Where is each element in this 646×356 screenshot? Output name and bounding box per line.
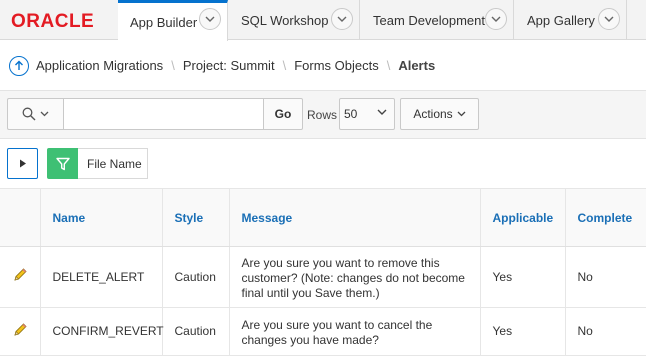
filter-toggle-button[interactable] bbox=[47, 148, 78, 179]
tab-team-development[interactable]: Team Development bbox=[361, 0, 514, 40]
cell-applicable: Yes bbox=[480, 246, 566, 308]
up-arrow-icon[interactable] bbox=[9, 55, 29, 76]
actions-label: Actions bbox=[413, 107, 453, 121]
breadcrumb-forms-objects[interactable]: Forms Objects bbox=[294, 58, 379, 73]
column-header-style[interactable]: Style bbox=[162, 188, 230, 247]
breadcrumb: Application Migrations \ Project: Summit… bbox=[0, 41, 646, 91]
chevron-down-icon[interactable] bbox=[199, 8, 221, 30]
cell-style: Caution bbox=[162, 307, 230, 356]
edit-cell[interactable] bbox=[0, 307, 41, 356]
column-header-name[interactable]: Name bbox=[40, 188, 163, 247]
search-input[interactable] bbox=[63, 98, 264, 130]
pencil-icon[interactable] bbox=[12, 267, 28, 283]
tab-sql-workshop[interactable]: SQL Workshop bbox=[229, 0, 360, 40]
cell-applicable: Yes bbox=[480, 307, 566, 356]
report-toolbar: Go Rows 50 Actions bbox=[0, 91, 646, 139]
alerts-report-table: Name Style Message Applicable Complete D… bbox=[0, 188, 646, 356]
top-header: ORACLE App Builder SQL Workshop Team Dev… bbox=[0, 0, 646, 41]
cell-name: DELETE_ALERT bbox=[40, 246, 163, 308]
rows-value: 50 bbox=[344, 107, 358, 121]
table-row: DELETE_ALERT Caution Are you sure you wa… bbox=[0, 246, 646, 308]
actions-menu-button[interactable]: Actions bbox=[400, 98, 479, 130]
cell-style: Caution bbox=[162, 246, 230, 308]
breadcrumb-separator: \ bbox=[386, 58, 391, 73]
tab-label: App Builder bbox=[130, 14, 198, 30]
column-header-applicable[interactable]: Applicable bbox=[480, 188, 566, 247]
filter-icon bbox=[55, 157, 70, 170]
chevron-down-icon bbox=[40, 111, 49, 117]
chevron-down-icon[interactable] bbox=[331, 8, 353, 30]
breadcrumb-project[interactable]: Project: Summit bbox=[183, 58, 275, 73]
table-row: CONFIRM_REVERT Caution Are you sure you … bbox=[0, 307, 646, 356]
filter-chip-file-name[interactable]: File Name bbox=[78, 148, 148, 179]
chevron-down-icon bbox=[457, 111, 466, 117]
tab-label: Team Development bbox=[373, 12, 485, 28]
cell-name: CONFIRM_REVERT bbox=[40, 307, 164, 356]
breadcrumb-separator: \ bbox=[171, 58, 175, 73]
play-icon bbox=[19, 159, 26, 168]
tab-app-builder[interactable]: App Builder bbox=[118, 0, 228, 41]
rows-select[interactable]: 50 bbox=[339, 98, 395, 130]
cell-complete: No bbox=[565, 307, 646, 356]
chevron-down-icon bbox=[377, 109, 387, 115]
table-header-row: Name Style Message Applicable Complete bbox=[0, 188, 646, 247]
expand-filters-button[interactable] bbox=[7, 148, 38, 179]
chevron-down-icon[interactable] bbox=[598, 8, 620, 30]
tab-app-gallery[interactable]: App Gallery bbox=[515, 0, 627, 40]
breadcrumb-application-migrations[interactable]: Application Migrations bbox=[36, 58, 163, 73]
column-header-complete[interactable]: Complete bbox=[565, 188, 646, 247]
column-header-edit bbox=[0, 188, 41, 247]
cell-complete: No bbox=[565, 246, 646, 308]
column-header-message[interactable]: Message bbox=[229, 188, 481, 247]
tab-label: App Gallery bbox=[527, 12, 595, 28]
oracle-logo[interactable]: ORACLE bbox=[11, 11, 94, 33]
cell-message: Are you sure you want to remove this cus… bbox=[229, 246, 481, 308]
chevron-down-icon[interactable] bbox=[485, 8, 507, 30]
pencil-icon[interactable] bbox=[12, 322, 28, 338]
breadcrumb-separator: \ bbox=[282, 58, 287, 73]
tab-label: SQL Workshop bbox=[241, 12, 329, 28]
go-button[interactable]: Go bbox=[263, 98, 303, 130]
breadcrumb-current-alerts: Alerts bbox=[398, 58, 436, 73]
rows-label: Rows bbox=[307, 108, 338, 122]
edit-cell[interactable] bbox=[0, 246, 41, 308]
search-column-button[interactable] bbox=[7, 98, 63, 130]
search-icon bbox=[22, 107, 36, 121]
cell-message: Are you sure you want to cancel the chan… bbox=[229, 307, 481, 356]
